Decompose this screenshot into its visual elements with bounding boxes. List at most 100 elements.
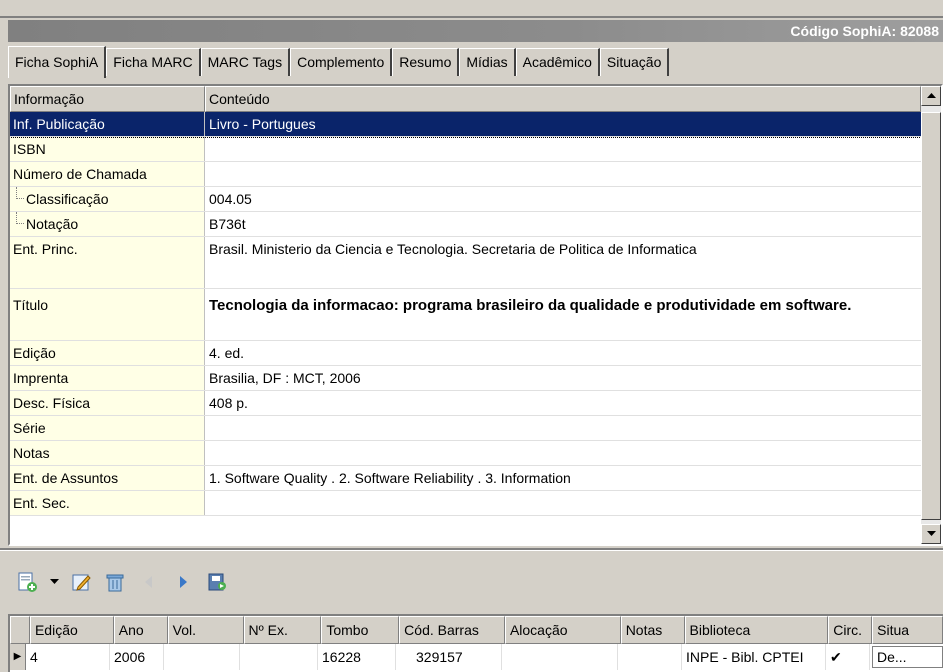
cell-edicao: 4: [26, 644, 110, 670]
cell-vol: [164, 644, 240, 670]
circ-check-icon: ✔: [826, 644, 870, 670]
row-label: ISBN: [10, 137, 205, 161]
grid-row-desc-fisica[interactable]: Desc. Física 408 p.: [10, 391, 921, 416]
grid-row-titulo[interactable]: Título Tecnologia da informacao: program…: [10, 289, 921, 341]
row-value: 4. ed.: [209, 345, 245, 361]
grid-row-ent-princ[interactable]: Ent. Princ. Brasil. Ministerio da Cienci…: [10, 237, 921, 289]
row-label-text: Notação: [26, 216, 79, 232]
scroll-down-button[interactable]: [921, 524, 941, 544]
row-value: [205, 491, 921, 515]
tree-connector-icon: [16, 212, 24, 224]
column-header-content[interactable]: Conteúdo: [205, 86, 921, 112]
scroll-thumb[interactable]: [921, 112, 941, 520]
vertical-scrollbar[interactable]: [921, 86, 941, 544]
row-label: Ent. Sec.: [10, 491, 205, 515]
tab-resumo[interactable]: Resumo: [392, 48, 460, 76]
row-value: Livro - Portugues: [205, 112, 921, 136]
row-label: Desc. Física: [10, 391, 205, 415]
tree-connector-icon: [16, 187, 24, 199]
record-details-grid: Informação Conteúdo Inf. Publicação Livr…: [8, 84, 943, 546]
column-header-circ[interactable]: Circ.: [828, 616, 873, 644]
tab-situacao[interactable]: Situação: [599, 48, 670, 76]
edit-button[interactable]: [66, 568, 96, 596]
grid-row-edicao[interactable]: Edição 4. ed.: [10, 341, 921, 366]
splitter[interactable]: [0, 548, 943, 551]
row-label: Edição: [10, 341, 205, 365]
grid-body: Inf. Publicação Livro - Portugues ISBN N…: [10, 112, 921, 544]
current-row-indicator-icon: ▶: [10, 644, 26, 670]
edit-icon: [72, 574, 91, 591]
grid-row-classificacao[interactable]: Classificação 004.05: [10, 187, 921, 212]
column-header-edicao[interactable]: Edição: [29, 616, 114, 644]
row-label-text: Classificação: [26, 191, 109, 207]
row-label: Título: [10, 289, 205, 340]
new-button[interactable]: [12, 568, 42, 596]
row-label: Ent. Princ.: [10, 237, 205, 288]
grid-row-isbn[interactable]: ISBN: [10, 137, 921, 162]
column-header-alocacao[interactable]: Alocação: [504, 616, 621, 644]
tab-academico[interactable]: Acadêmico: [515, 48, 600, 76]
column-header-ano[interactable]: Ano: [113, 616, 168, 644]
cell-nex: [240, 644, 318, 670]
record-code-header: Código SophiA: 82088: [8, 20, 943, 42]
grid-row-serie[interactable]: Série: [10, 416, 921, 441]
cell-situacao[interactable]: De...: [872, 646, 943, 668]
row-value: [205, 416, 921, 440]
grid-row-inf-publicacao[interactable]: Inf. Publicação Livro - Portugues: [10, 112, 921, 138]
column-header-nex[interactable]: Nº Ex.: [243, 616, 322, 644]
new-dropdown-button[interactable]: [46, 568, 62, 596]
row-value: B736t: [209, 216, 246, 232]
grid-header: Informação Conteúdo: [10, 86, 921, 112]
tab-marc-tags[interactable]: MARC Tags: [200, 48, 291, 76]
row-label: Série: [10, 416, 205, 440]
cell-alocacao: [502, 644, 618, 670]
arrow-up-icon: [926, 93, 936, 98]
previous-icon: [145, 576, 152, 588]
column-header-biblioteca[interactable]: Biblioteca: [684, 616, 829, 644]
grid-row-ent-assuntos[interactable]: Ent. de Assuntos 1. Software Quality . 2…: [10, 466, 921, 491]
column-header-info[interactable]: Informação: [10, 86, 205, 112]
row-value: 004.05: [209, 191, 252, 207]
copies-toolbar: [12, 566, 232, 598]
top-strip: [0, 0, 943, 18]
scroll-up-button[interactable]: [921, 86, 941, 106]
save-button[interactable]: [202, 568, 232, 596]
copies-grid-header: Edição Ano Vol. Nº Ex. Tombo Cód. Barras…: [10, 616, 943, 644]
row-label: Imprenta: [10, 366, 205, 390]
grid-row-notas[interactable]: Notas: [10, 441, 921, 466]
row-indicator-header: [10, 616, 30, 644]
next-icon: [180, 576, 187, 588]
column-header-cod-barras[interactable]: Cód. Barras: [399, 616, 505, 644]
row-label: Classificação: [10, 187, 205, 211]
tab-midias[interactable]: Mídias: [459, 48, 516, 76]
tab-ficha-sophia[interactable]: Ficha SophiA: [8, 46, 107, 78]
column-header-vol[interactable]: Vol.: [167, 616, 244, 644]
next-button[interactable]: [168, 568, 198, 596]
tab-strip: Ficha SophiA Ficha MARC MARC Tags Comple…: [8, 44, 943, 78]
row-label: Número de Chamada: [10, 162, 205, 186]
cell-biblioteca: INPE - Bibl. CPTEI: [682, 644, 826, 670]
previous-button[interactable]: [134, 568, 164, 596]
row-value: Brasilia, DF : MCT, 2006: [209, 370, 361, 386]
column-header-situacao[interactable]: Situa: [872, 616, 943, 644]
arrow-down-icon: [926, 531, 936, 536]
row-value: 408 p.: [209, 395, 248, 411]
column-header-notas[interactable]: Notas: [620, 616, 685, 644]
grid-row-ent-sec[interactable]: Ent. Sec.: [10, 491, 921, 516]
tab-complemento[interactable]: Complemento: [290, 48, 393, 76]
copies-row[interactable]: ▶ 4 2006 16228 329157 INPE - Bibl. CPTEI…: [10, 644, 943, 670]
column-header-tombo[interactable]: Tombo: [321, 616, 400, 644]
tab-ficha-marc[interactable]: Ficha MARC: [106, 48, 201, 76]
delete-button[interactable]: [100, 568, 130, 596]
dropdown-arrow-icon: [49, 579, 59, 584]
row-value: [205, 441, 921, 465]
row-value: Tecnologia da informacao: programa brasi…: [209, 297, 852, 314]
grid-row-imprenta[interactable]: Imprenta Brasilia, DF : MCT, 2006: [10, 366, 921, 391]
row-label: Notação: [10, 212, 205, 236]
row-value: 1. Software Quality . 2. Software Reliab…: [209, 470, 571, 486]
grid-row-notacao[interactable]: Notação B736t: [10, 212, 921, 237]
new-document-icon: [18, 572, 37, 592]
grid-row-numero-chamada[interactable]: Número de Chamada: [10, 162, 921, 187]
delete-icon: [106, 574, 124, 592]
save-icon: [208, 573, 226, 591]
